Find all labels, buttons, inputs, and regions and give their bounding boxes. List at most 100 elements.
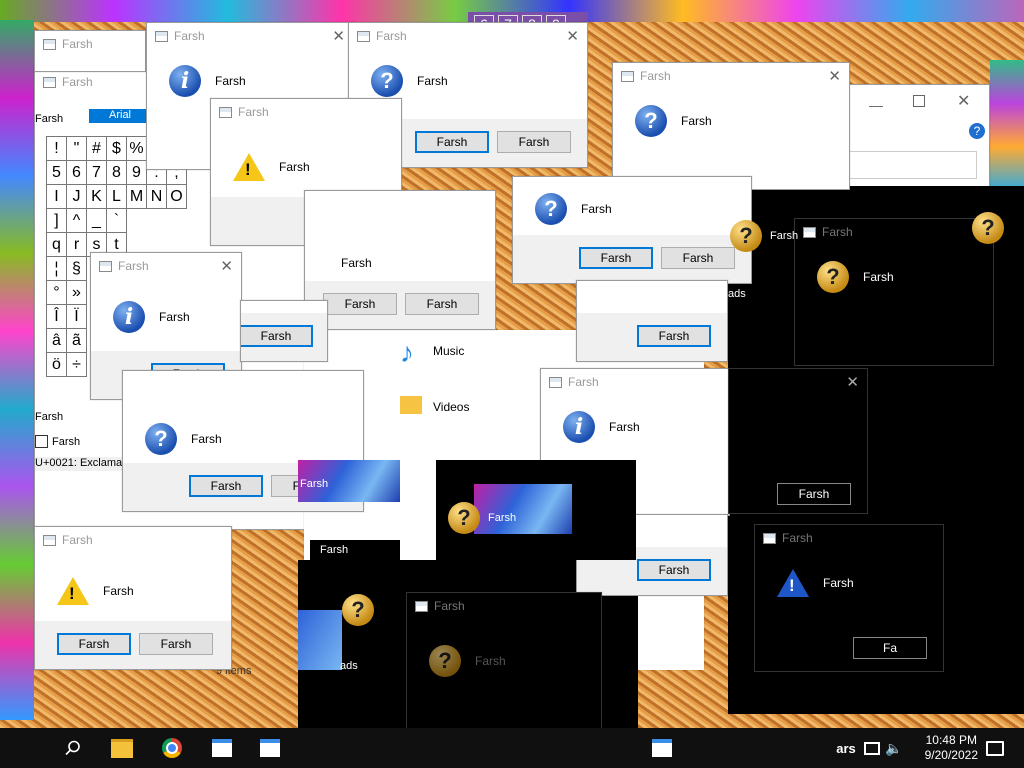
char-cell[interactable]: 9: [126, 160, 147, 185]
char-cell[interactable]: 6: [66, 160, 87, 185]
dialog-footer: Farsh: [241, 313, 327, 361]
dialog-button[interactable]: Farsh: [139, 633, 213, 655]
message-text: Farsh: [475, 654, 506, 668]
dialog-button[interactable]: Farsh: [497, 131, 571, 153]
message-text: Farsh: [681, 114, 712, 128]
char-cell[interactable]: §: [66, 256, 87, 281]
char-cell[interactable]: 8: [106, 160, 127, 185]
dialog-button[interactable]: Farsh: [415, 131, 489, 153]
title-bar: Farsh ✕: [91, 253, 241, 279]
taskbar: ars 🔈 10:48 PM 9/20/2022: [0, 728, 1024, 768]
char-cell[interactable]: K: [86, 184, 107, 209]
title-bar: Farsh: [541, 369, 729, 395]
close-icon[interactable]: ✕: [220, 257, 233, 275]
app-icon: [43, 534, 56, 546]
help-icon[interactable]: ?: [969, 123, 985, 139]
app-window-icon[interactable]: [252, 728, 288, 768]
app-window-icon[interactable]: [644, 728, 680, 768]
maximize-icon[interactable]: [913, 95, 925, 107]
char-cell[interactable]: L: [106, 184, 127, 209]
close-icon[interactable]: ✕: [332, 27, 345, 45]
char-cell[interactable]: Ï: [66, 304, 87, 329]
window-title: Farsh: [822, 225, 853, 239]
char-cell[interactable]: !: [46, 136, 67, 161]
char-cell[interactable]: r: [66, 232, 87, 257]
dialog-window: Farsh: [240, 300, 328, 362]
close-icon[interactable]: ✕: [846, 373, 859, 391]
message-text: Farsh: [191, 432, 222, 446]
advanced-view-checkbox[interactable]: Farsh: [35, 435, 80, 448]
window-title: Farsh: [568, 375, 599, 389]
chrome-icon[interactable]: [154, 728, 190, 768]
char-cell[interactable]: `: [106, 208, 127, 233]
char-cell[interactable]: »: [66, 280, 87, 305]
dialog-button[interactable]: Farsh: [323, 293, 397, 315]
char-cell[interactable]: 5: [46, 160, 67, 185]
question-icon: ?: [448, 502, 480, 534]
minimize-icon[interactable]: —: [869, 97, 883, 113]
font-select-value: Arial: [109, 109, 132, 121]
checkbox-box[interactable]: [35, 435, 48, 448]
folder-icon[interactable]: [104, 728, 140, 768]
videos-folder-label[interactable]: Videos: [433, 400, 469, 414]
taskbar-clip[interactable]: ars: [834, 728, 858, 768]
char-cell[interactable]: ¦: [46, 256, 67, 281]
char-cell[interactable]: â: [46, 328, 67, 353]
char-cell[interactable]: O: [166, 184, 187, 209]
char-cell[interactable]: M: [126, 184, 147, 209]
music-icon: ♪: [400, 337, 414, 368]
app-window-icon[interactable]: [204, 728, 240, 768]
grid-row: ] ^ _ `: [46, 208, 187, 233]
music-folder-label[interactable]: Music: [433, 344, 464, 358]
dialog-button[interactable]: Farsh: [637, 325, 711, 347]
dialog-button[interactable]: Farsh: [57, 633, 131, 655]
search-icon[interactable]: [56, 728, 90, 768]
checkbox-label: Farsh: [52, 435, 81, 448]
close-icon[interactable]: ✕: [957, 91, 970, 111]
clock[interactable]: 10:48 PM 9/20/2022: [925, 733, 978, 763]
notification-icon[interactable]: [980, 728, 1010, 768]
message-row: i Farsh: [147, 49, 353, 103]
volume-icon[interactable]: 🔈: [884, 728, 904, 768]
dialog-button[interactable]: Farsh: [405, 293, 479, 315]
char-cell[interactable]: q: [46, 232, 67, 257]
message-row: ? Farsh: [349, 49, 587, 103]
char-cell[interactable]: N: [146, 184, 167, 209]
char-cell[interactable]: ": [66, 136, 87, 161]
char-cell[interactable]: °: [46, 280, 67, 305]
message-row: ? Farsh: [513, 177, 751, 231]
char-cell[interactable]: $: [106, 136, 127, 161]
char-cell[interactable]: ã: [66, 328, 87, 353]
network-icon[interactable]: [862, 728, 882, 768]
info-icon: i: [113, 301, 145, 333]
char-cell[interactable]: ö: [46, 352, 67, 377]
char-cell[interactable]: 7: [86, 160, 107, 185]
char-cell[interactable]: ^: [66, 208, 87, 233]
dialog-window-dark: Farsh ? Farsh: [794, 218, 994, 366]
warning-icon: !: [57, 577, 89, 605]
dialog-button[interactable]: Farsh: [189, 475, 263, 497]
dialog-button[interactable]: Farsh: [661, 247, 735, 269]
dialog-button[interactable]: Farsh: [777, 483, 851, 505]
message-text: Farsh: [863, 270, 894, 284]
dialog-button[interactable]: Farsh: [637, 559, 711, 581]
char-cell[interactable]: #: [86, 136, 107, 161]
dialog-button[interactable]: Farsh: [241, 325, 313, 347]
message-row: i Farsh: [541, 395, 729, 449]
dialog-button[interactable]: Farsh: [579, 247, 653, 269]
search-input[interactable]: [831, 151, 977, 179]
char-cell[interactable]: _: [86, 208, 107, 233]
char-cell[interactable]: J: [66, 184, 87, 209]
char-cell[interactable]: ]: [46, 208, 67, 233]
close-icon[interactable]: ✕: [566, 27, 579, 45]
question-icon: ?: [429, 645, 461, 677]
message-row: Farsh: [305, 191, 495, 285]
title-bar: Farsh ✕: [349, 23, 587, 49]
char-cell[interactable]: %: [126, 136, 147, 161]
char-cell[interactable]: Î: [46, 304, 67, 329]
char-cell[interactable]: ÷: [66, 352, 87, 377]
close-icon[interactable]: ✕: [828, 67, 841, 85]
dialog-button[interactable]: Fa: [853, 637, 927, 659]
dialog-footer: Farsh Farsh: [305, 281, 495, 329]
char-cell[interactable]: I: [46, 184, 67, 209]
